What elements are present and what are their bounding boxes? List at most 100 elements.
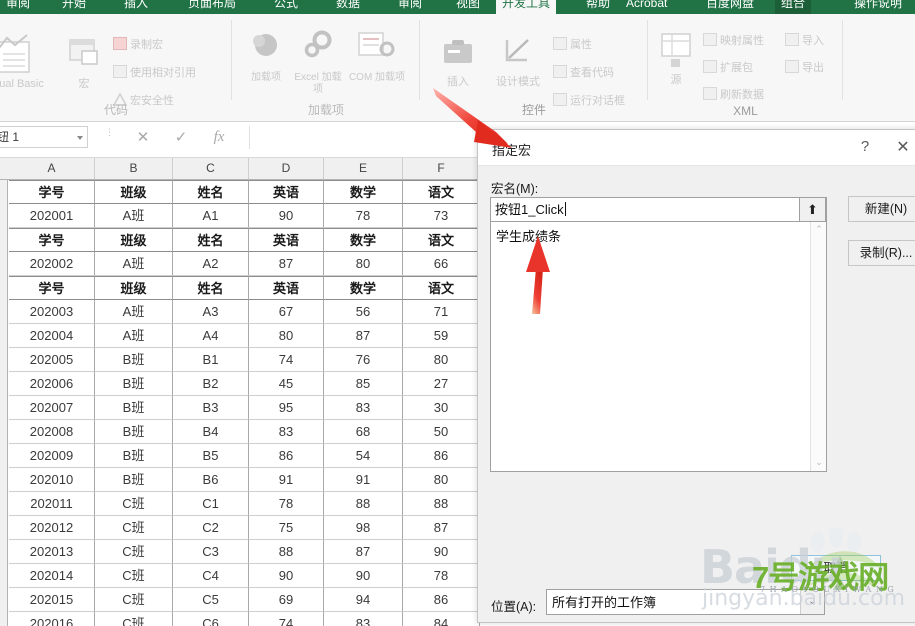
column-header-D[interactable]: D — [249, 158, 324, 179]
cell-E17[interactable]: 90 — [324, 564, 403, 588]
ribbon-tab-11[interactable]: 百度网盘 — [700, 0, 760, 14]
scroll-down-icon[interactable]: ⌄ — [811, 455, 827, 471]
cell-A5[interactable]: 学号 — [9, 276, 95, 300]
confirm-entry-button[interactable]: ✓ — [168, 127, 194, 148]
cell-B7[interactable]: A班 — [95, 324, 173, 348]
cell-B13[interactable]: B班 — [95, 468, 173, 492]
cell-B5[interactable]: 班级 — [95, 276, 173, 300]
ribbon-tab-2[interactable]: 插入 — [118, 0, 154, 14]
cell-B17[interactable]: C班 — [95, 564, 173, 588]
cell-F11[interactable]: 50 — [403, 420, 480, 444]
cell-F5[interactable]: 语文 — [403, 276, 480, 300]
ribbon-tab-8[interactable]: 开发工具 — [496, 0, 556, 14]
excel-addins-button[interactable]: Excel 加载项 — [290, 28, 346, 96]
close-icon[interactable]: ✕ — [894, 137, 912, 157]
cell-B11[interactable]: B班 — [95, 420, 173, 444]
cell-D13[interactable]: 91 — [249, 468, 324, 492]
cell-D17[interactable]: 90 — [249, 564, 324, 588]
cell-A3[interactable]: 学号 — [9, 228, 95, 252]
cell-C11[interactable]: B4 — [173, 420, 249, 444]
record-button[interactable]: 录制(R)... — [848, 240, 915, 266]
cell-A1[interactable]: 学号 — [9, 180, 95, 204]
cell-B4[interactable]: A班 — [95, 252, 173, 276]
cell-E12[interactable]: 54 — [324, 444, 403, 468]
cell-E14[interactable]: 88 — [324, 492, 403, 516]
insert-control-button[interactable]: 插入 — [426, 32, 490, 88]
cell-C14[interactable]: C1 — [173, 492, 249, 516]
ribbon-tab-6[interactable]: 审阅 — [392, 0, 428, 14]
cell-B6[interactable]: A班 — [95, 300, 173, 324]
location-dropdown[interactable]: 所有打开的工作簿 — [546, 589, 825, 615]
cell-A15[interactable]: 202012 — [9, 516, 95, 540]
ribbon-tab-5[interactable]: 数据 — [330, 0, 366, 14]
cell-E3[interactable]: 数学 — [324, 228, 403, 252]
view-code-button[interactable]: 查看代码 — [553, 64, 614, 82]
cell-E7[interactable]: 87 — [324, 324, 403, 348]
macro-list-scrollbar[interactable]: ⌃ ⌄ — [810, 222, 826, 471]
new-button[interactable]: 新建(N) — [848, 196, 915, 222]
cell-D4[interactable]: 87 — [249, 252, 324, 276]
cell-A8[interactable]: 202005 — [9, 348, 95, 372]
cell-F10[interactable]: 30 — [403, 396, 480, 420]
design-mode-button[interactable]: 设计模式 — [486, 32, 550, 88]
cell-C1[interactable]: 姓名 — [173, 180, 249, 204]
cell-E8[interactable]: 76 — [324, 348, 403, 372]
cell-F3[interactable]: 语文 — [403, 228, 480, 252]
map-properties-button[interactable]: 映射属性 — [703, 32, 764, 50]
ribbon-tab-1[interactable]: 开始 — [56, 0, 92, 14]
cell-C10[interactable]: B3 — [173, 396, 249, 420]
column-header-A[interactable]: A — [9, 158, 95, 179]
cancel-entry-button[interactable]: ✕ — [130, 127, 156, 148]
cell-D8[interactable]: 74 — [249, 348, 324, 372]
cell-D1[interactable]: 英语 — [249, 180, 324, 204]
insert-function-button[interactable]: fx — [206, 127, 232, 148]
cell-D10[interactable]: 95 — [249, 396, 324, 420]
record-macro-button[interactable]: 录制宏 — [113, 36, 163, 54]
cell-A14[interactable]: 202011 — [9, 492, 95, 516]
cell-E10[interactable]: 83 — [324, 396, 403, 420]
cell-B8[interactable]: B班 — [95, 348, 173, 372]
cell-C3[interactable]: 姓名 — [173, 228, 249, 252]
cell-E15[interactable]: 98 — [324, 516, 403, 540]
cell-D6[interactable]: 67 — [249, 300, 324, 324]
cell-D18[interactable]: 69 — [249, 588, 324, 612]
cell-D12[interactable]: 86 — [249, 444, 324, 468]
cell-C19[interactable]: C6 — [173, 612, 249, 626]
cell-F17[interactable]: 78 — [403, 564, 480, 588]
column-header-B[interactable]: B — [95, 158, 173, 179]
cell-A11[interactable]: 202008 — [9, 420, 95, 444]
name-box[interactable]: 钮 1 — [0, 126, 88, 148]
cell-B2[interactable]: A班 — [95, 204, 173, 228]
cell-D19[interactable]: 74 — [249, 612, 324, 626]
cell-C12[interactable]: B5 — [173, 444, 249, 468]
cell-E18[interactable]: 94 — [324, 588, 403, 612]
cell-E9[interactable]: 85 — [324, 372, 403, 396]
ribbon-tab-3[interactable]: 页面布局 — [182, 0, 242, 14]
cell-A4[interactable]: 202002 — [9, 252, 95, 276]
ribbon-tab-10[interactable]: Acrobat — [620, 0, 673, 14]
cell-A2[interactable]: 202001 — [9, 204, 95, 228]
cell-C15[interactable]: C2 — [173, 516, 249, 540]
cell-F1[interactable]: 语文 — [403, 180, 480, 204]
cell-D9[interactable]: 45 — [249, 372, 324, 396]
export-button[interactable]: 导出 — [785, 59, 824, 77]
cell-F18[interactable]: 86 — [403, 588, 480, 612]
cell-C8[interactable]: B1 — [173, 348, 249, 372]
ribbon-tab-13[interactable]: 操作说明 — [848, 0, 908, 14]
macro-list[interactable]: 学生成绩条 ⌃ ⌄ — [490, 222, 827, 472]
refresh-data-button[interactable]: 刷新数据 — [703, 86, 764, 104]
properties-button[interactable]: 属性 — [553, 36, 592, 54]
cell-E11[interactable]: 68 — [324, 420, 403, 444]
cell-D16[interactable]: 88 — [249, 540, 324, 564]
cell-C16[interactable]: C3 — [173, 540, 249, 564]
cell-C5[interactable]: 姓名 — [173, 276, 249, 300]
cell-F19[interactable]: 84 — [403, 612, 480, 626]
macro-name-input[interactable]: 按钮1_Click — [490, 197, 827, 222]
cell-D14[interactable]: 78 — [249, 492, 324, 516]
cell-F14[interactable]: 88 — [403, 492, 480, 516]
cell-B12[interactable]: B班 — [95, 444, 173, 468]
cell-C7[interactable]: A4 — [173, 324, 249, 348]
ribbon-tab-12[interactable]: 组合 — [775, 0, 811, 14]
ribbon-tab-7[interactable]: 视图 — [450, 0, 486, 14]
cell-A19[interactable]: 202016 — [9, 612, 95, 626]
